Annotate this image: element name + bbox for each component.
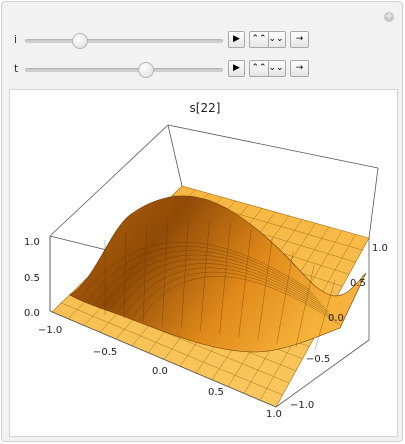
y-tick: −0.5 bbox=[306, 354, 330, 365]
surface-plot[interactable]: s[22] 1.0 0.5 0.0 −1.0 −0.5 0.0 0.5 1.0 … bbox=[10, 90, 397, 436]
z-tick: 1.0 bbox=[24, 237, 40, 248]
speed-buttons-t: ⌃⌃ ⌄⌄ bbox=[249, 60, 286, 77]
slider-t-label: t bbox=[14, 62, 19, 75]
play-button-t[interactable]: ▶ bbox=[228, 60, 245, 77]
play-button-i[interactable]: ▶ bbox=[228, 31, 245, 48]
arrow-right-icon: → bbox=[295, 34, 304, 44]
button-divider bbox=[268, 32, 269, 47]
slider-i-thumb[interactable] bbox=[72, 33, 89, 49]
x-tick: 0.5 bbox=[208, 387, 224, 398]
slider-i-label: i bbox=[14, 33, 18, 46]
slower-button-t[interactable]: ⌃⌃ bbox=[251, 61, 268, 76]
y-tick: 1.0 bbox=[372, 243, 388, 254]
double-chevron-up-icon: ⌃⌃ bbox=[251, 34, 267, 44]
plot-panel: s[22] 1.0 0.5 0.0 −1.0 −0.5 0.0 0.5 1.0 … bbox=[9, 89, 398, 437]
x-tick: 0.0 bbox=[152, 366, 168, 377]
slider-row-i: i ▶ ⌃⌃ ⌄⌄ → bbox=[2, 31, 404, 51]
button-divider bbox=[268, 61, 269, 76]
plus-circle-icon[interactable]: + bbox=[384, 12, 394, 22]
speed-buttons-i: ⌃⌃ ⌄⌄ bbox=[249, 31, 286, 48]
z-tick: 0.5 bbox=[24, 273, 40, 284]
direction-button-t[interactable]: → bbox=[290, 60, 309, 77]
x-tick: 1.0 bbox=[266, 409, 282, 420]
faster-button-t[interactable]: ⌄⌄ bbox=[268, 61, 285, 76]
x-tick: −1.0 bbox=[38, 325, 62, 336]
slider-t-thumb[interactable] bbox=[137, 62, 154, 78]
slider-t-track[interactable] bbox=[25, 62, 223, 78]
y-tick: −1.0 bbox=[290, 400, 314, 411]
y-tick: 0.0 bbox=[328, 313, 344, 324]
slider-i-track[interactable] bbox=[25, 33, 223, 49]
z-axis-ticks: 1.0 0.5 0.0 bbox=[24, 237, 40, 319]
faster-button-i[interactable]: ⌄⌄ bbox=[268, 32, 285, 47]
double-chevron-up-icon: ⌃⌃ bbox=[251, 63, 267, 73]
play-icon: ▶ bbox=[233, 63, 240, 73]
direction-button-i[interactable]: → bbox=[290, 31, 309, 48]
double-chevron-down-icon: ⌄⌄ bbox=[268, 63, 284, 73]
y-tick: 0.5 bbox=[350, 278, 366, 289]
x-tick: −0.5 bbox=[93, 347, 117, 358]
arrow-right-icon: → bbox=[295, 63, 304, 73]
manipulate-panel: + i ▶ ⌃⌃ ⌄⌄ → t ▶ ⌃⌃ ⌄⌄ → s[22] 1.0 0.5 … bbox=[1, 1, 403, 442]
z-tick: 0.0 bbox=[24, 308, 40, 319]
slider-row-t: t ▶ ⌃⌃ ⌄⌄ → bbox=[2, 60, 404, 80]
double-chevron-down-icon: ⌄⌄ bbox=[268, 34, 284, 44]
plot-title: s[22] bbox=[190, 101, 221, 115]
slower-button-i[interactable]: ⌃⌃ bbox=[251, 32, 268, 47]
play-icon: ▶ bbox=[233, 34, 240, 44]
